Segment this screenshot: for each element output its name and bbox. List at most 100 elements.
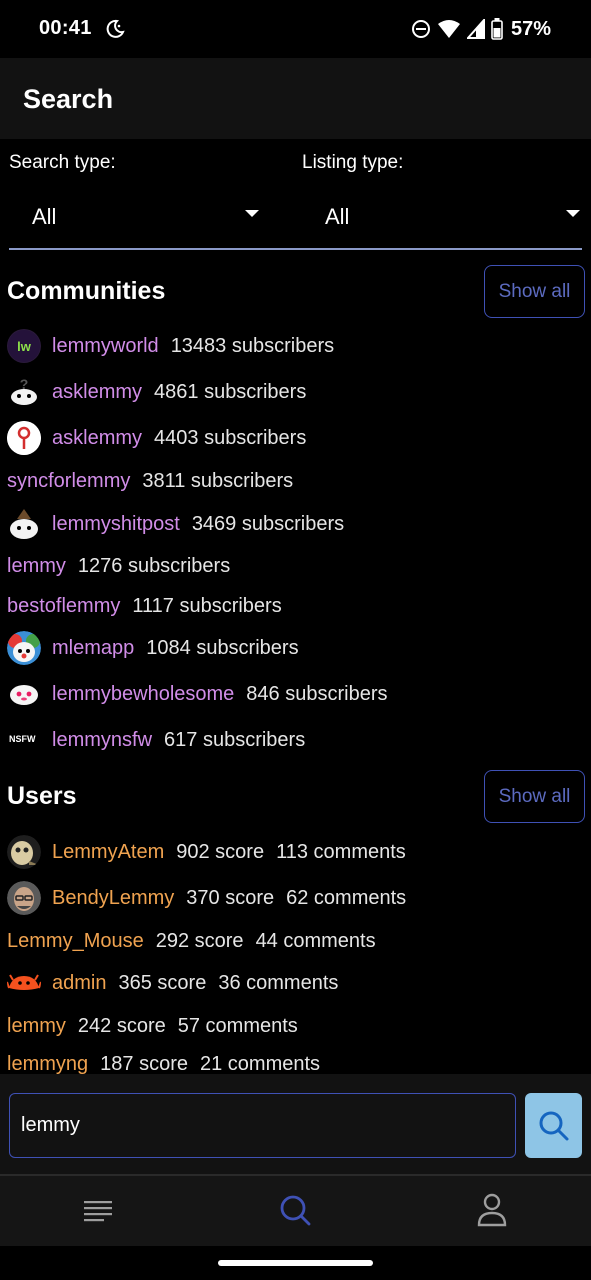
do-not-disturb-moon-icon [106, 19, 125, 38]
user-score: 902 score [176, 840, 265, 863]
community-row[interactable]: syncforlemmy 3811 subscribers [7, 463, 293, 499]
listing-type-label: Listing type: [302, 152, 404, 173]
status-icons: 57% [411, 17, 551, 41]
subscriber-count: 1117 subscribers [132, 594, 282, 617]
filter-underline [9, 248, 582, 250]
listing-type-value: All [325, 204, 350, 229]
search-icon [280, 1195, 311, 1226]
battery-icon [491, 18, 503, 40]
community-row[interactable]: lemmy 1276 subscribers [7, 548, 230, 584]
users-heading: Users [7, 782, 77, 810]
app-bar: Search [0, 58, 591, 139]
status-bar: 00:41 57% [0, 0, 591, 58]
user-name: Lemmy_Mouse [7, 929, 144, 952]
community-name: lemmyworld [52, 334, 159, 357]
dropdown-arrow-icon [245, 210, 259, 217]
lemmyworld-avatar-icon: lw [7, 329, 41, 363]
user-score: 292 score [155, 929, 244, 952]
community-row[interactable]: bestoflemmy 1117 subscribers [7, 588, 282, 624]
feed-icon [84, 1201, 112, 1222]
nsfw-badge-text: NSFW [9, 734, 36, 744]
communities-heading: Communities [7, 277, 166, 305]
search-type-value: All [32, 204, 57, 229]
user-row[interactable]: admin 365 score 36 comments [7, 965, 338, 1001]
status-time: 00:41 [39, 17, 92, 39]
search-type-label: Search type: [9, 152, 116, 173]
user-score: 370 score [186, 886, 275, 909]
pink-lemming-avatar-icon [7, 677, 41, 711]
subscriber-count: 3469 subscribers [191, 512, 345, 535]
subscriber-count: 4403 subscribers [154, 426, 307, 449]
community-name: lemmyshitpost [52, 512, 180, 535]
user-row[interactable]: BendyLemmy 370 score 62 comments [7, 880, 406, 916]
community-name: asklemmy [52, 426, 143, 449]
users-show-all-button[interactable]: Show all [484, 770, 585, 823]
community-row[interactable]: mlemapp 1084 subscribers [7, 630, 299, 666]
community-name: lemmy [7, 554, 66, 577]
nav-profile-button[interactable] [474, 1192, 510, 1228]
wifi-icon [437, 20, 460, 38]
subscriber-count: 13483 subscribers [170, 334, 335, 357]
user-comments: 44 comments [255, 929, 376, 952]
page-title: Search [23, 84, 114, 114]
user-comments: 62 comments [286, 886, 407, 909]
nav-search-button[interactable] [277, 1192, 313, 1228]
user-row[interactable]: Lemmy_Mouse 292 score 44 comments [7, 923, 376, 959]
community-row[interactable]: ? asklemmy 4861 subscribers [7, 374, 306, 410]
subscriber-count: 1276 subscribers [77, 554, 231, 577]
user-score: 242 score [77, 1014, 166, 1037]
community-row[interactable]: lw lemmyworld 13483 subscribers [7, 328, 334, 364]
subscriber-count: 1084 subscribers [146, 636, 299, 659]
community-name: lemmybewholesome [52, 682, 235, 705]
clown-avatar-icon [7, 631, 41, 665]
search-type-dropdown[interactable]: All [9, 196, 259, 238]
subscriber-count: 3811 subscribers [142, 469, 294, 492]
communities-show-all-button[interactable]: Show all [484, 265, 585, 318]
user-name: LemmyAtem [52, 840, 165, 863]
community-row[interactable]: lemmybewholesome 846 subscribers [7, 676, 387, 712]
signal-icon [466, 19, 485, 39]
user-name: lemmy [7, 1014, 66, 1037]
nsfw-avatar-icon: NSFW [7, 723, 41, 757]
battery-percent: 57% [510, 17, 551, 40]
community-name: bestoflemmy [7, 594, 121, 617]
user-score: 365 score [118, 971, 207, 994]
user-comments: 57 comments [177, 1014, 298, 1037]
profile-icon [477, 1193, 507, 1227]
subscriber-count: 846 subscribers [246, 682, 388, 705]
community-name: asklemmy [52, 380, 143, 403]
user-name: admin [52, 971, 107, 994]
user-avatar-icon [7, 835, 41, 869]
crab-avatar-icon [7, 966, 41, 1000]
user-row[interactable]: LemmyAtem 902 score 113 comments [7, 834, 406, 870]
dnd-icon [411, 20, 430, 38]
community-row[interactable]: NSFW lemmynsfw 617 subscribers [7, 722, 305, 758]
user-score: 187 score [100, 1052, 188, 1075]
subscriber-count: 4861 subscribers [154, 380, 307, 403]
user-comments: 21 comments [199, 1052, 321, 1075]
lemming-hat-avatar-icon [7, 507, 41, 541]
community-name: syncforlemmy [7, 469, 131, 492]
community-row[interactable]: lemmyshitpost 3469 subscribers [7, 506, 344, 542]
community-row[interactable]: asklemmy 4403 subscribers [7, 420, 306, 456]
portrait-avatar-icon [7, 881, 41, 915]
svg-text:lw: lw [17, 339, 32, 354]
search-submit-button[interactable] [525, 1093, 582, 1158]
search-input[interactable] [9, 1093, 516, 1158]
bottom-navigation [0, 1176, 591, 1246]
user-comments: 36 comments [218, 971, 339, 994]
gesture-handle[interactable] [218, 1260, 373, 1266]
subscriber-count: 617 subscribers [164, 728, 306, 751]
nav-feed-button[interactable] [80, 1192, 116, 1228]
red-question-avatar-icon [7, 421, 41, 455]
community-name: mlemapp [52, 636, 135, 659]
community-name: lemmynsfw [52, 728, 153, 751]
user-comments: 113 comments [276, 840, 406, 863]
search-bar-area [0, 1074, 591, 1174]
listing-type-dropdown[interactable]: All [302, 196, 580, 238]
user-name: lemmyng [7, 1052, 89, 1075]
question-lemming-avatar-icon: ? [7, 375, 41, 409]
user-name: BendyLemmy [52, 886, 175, 909]
user-row[interactable]: lemmy 242 score 57 comments [7, 1008, 298, 1044]
search-icon [539, 1111, 568, 1140]
